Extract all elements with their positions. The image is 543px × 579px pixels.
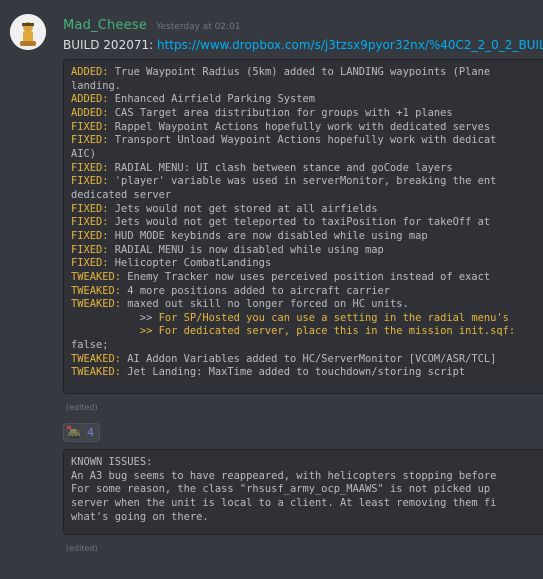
build-label: BUILD 202071: bbox=[63, 38, 154, 52]
changelog-text-segment: AIC) bbox=[71, 147, 97, 160]
changelog-text-segment: Transport Unload Waypoint Actions hopefu… bbox=[108, 134, 497, 147]
changelog-text-segment: Jets would not get teleported to taxiPos… bbox=[108, 216, 491, 229]
changelog-fixed-tag: FIXED: bbox=[71, 216, 109, 229]
changelog-text-segment: Enemy Tracker now uses perceived positio… bbox=[121, 270, 491, 283]
changelog-codeblock: ADDED: True Waypoint Radius (5km) added … bbox=[63, 59, 543, 394]
changelog-text-segment: CAS Target area distribution for groups … bbox=[108, 106, 453, 119]
changelog-tweaked-tag: TWEAKED: bbox=[71, 366, 122, 379]
changelog-text-segment: Rappel Waypoint Actions hopefully work w… bbox=[108, 120, 491, 133]
build-line: BUILD 202071: https://www.dropbox.com/s/… bbox=[63, 37, 543, 53]
changelog-text-segment: RADIAL MENU is now disabled while using … bbox=[108, 243, 384, 256]
reaction-button[interactable]: 4 bbox=[63, 423, 100, 442]
changelog-text-segment: RADIAL MENU: UI clash between stance and… bbox=[108, 161, 453, 174]
changelog-added-tag: ADDED: bbox=[71, 93, 109, 106]
changelog-tweaked-tag: TWEAKED: bbox=[71, 352, 122, 365]
changelog-text-segment: True Waypoint Radius (5km) added to LAND… bbox=[108, 66, 491, 78]
known-issues-codeblock: KNOWN ISSUES: An A3 bug seems to have re… bbox=[63, 449, 543, 535]
known-issues-line: An A3 bug seems to have reappeared, with… bbox=[71, 469, 497, 482]
changelog-fixed-tag: FIXED: bbox=[71, 257, 109, 270]
known-issues-text: KNOWN ISSUES: An A3 bug seems to have re… bbox=[64, 450, 543, 524]
changelog-tweaked-tag: TWEAKED: bbox=[71, 298, 122, 311]
changelog-fixed-tag: FIXED: bbox=[71, 243, 109, 256]
changelog-fixed-tag: FIXED: bbox=[71, 161, 109, 174]
known-issues-line: For some reason, the class "rhsusf_army_… bbox=[71, 483, 491, 496]
changelog-added-tag: ADDED: bbox=[71, 106, 109, 119]
changelog-text-segment: Enhanced Airfield Parking System bbox=[108, 93, 315, 106]
changelog-tweaked-tag: TWEAKED: bbox=[71, 284, 122, 297]
changelog-text-segment: Helicopter CombatLandings bbox=[108, 257, 272, 270]
known-issues-line: what's going on there. bbox=[71, 510, 209, 523]
edited-label: (edited) bbox=[66, 403, 98, 412]
changelog-tweaked-tag: TWEAKED: bbox=[71, 270, 122, 283]
tank-emoji-icon bbox=[67, 426, 81, 439]
changelog-text-segment: >> bbox=[71, 311, 159, 324]
avatar[interactable] bbox=[10, 14, 46, 50]
changelog-text: ADDED: True Waypoint Radius (5km) added … bbox=[64, 60, 543, 380]
message-header: Mad_Cheese Yesterday at 02:01 bbox=[63, 16, 241, 35]
changelog-text-segment: HUD MODE keybinds are now disabled while… bbox=[108, 229, 428, 242]
changelog-text-segment: false; bbox=[71, 339, 109, 352]
author-name[interactable]: Mad_Cheese bbox=[63, 18, 147, 33]
changelog-added-tag: ADDED: bbox=[71, 66, 109, 78]
cheese-figure-icon bbox=[10, 14, 46, 50]
changelog-fixed-tag: FIXED: bbox=[71, 120, 109, 133]
edited-label: (edited) bbox=[66, 544, 98, 553]
changelog-orange-tag: For SP/Hosted you can use a setting in t… bbox=[158, 311, 509, 324]
build-download-link[interactable]: https://www.dropbox.com/s/j3tzsx9pyor32n… bbox=[157, 38, 543, 52]
changelog-text-segment: landing. bbox=[71, 79, 122, 92]
changelog-fixed-tag: FIXED: bbox=[71, 229, 109, 242]
known-issues-line: server when the unit is local to a clien… bbox=[71, 496, 497, 509]
known-issues-line: KNOWN ISSUES: bbox=[71, 456, 153, 468]
changelog-fixed-tag: FIXED: bbox=[71, 202, 109, 215]
changelog-text-segment: AI Addon Variables added to HC/ServerMon… bbox=[121, 352, 497, 365]
changelog-fixed-tag: FIXED: bbox=[71, 175, 109, 188]
reaction-count: 4 bbox=[87, 426, 94, 439]
changelog-orange-tag: >> For dedicated server, place this in t… bbox=[71, 325, 516, 338]
changelog-text-segment: Jets would not get stored at all airfiel… bbox=[108, 202, 378, 215]
changelog-text-segment: maxed out skill no longer forced on HC u… bbox=[121, 298, 409, 311]
changelog-text-segment: 'player' variable was used in serverMoni… bbox=[108, 175, 497, 188]
changelog-text-segment: 4 more positions added to aircraft carri… bbox=[121, 284, 391, 297]
changelog-text-segment: Jet Landing: MaxTime added to touchdown/… bbox=[121, 366, 466, 379]
changelog-fixed-tag: FIXED: bbox=[71, 134, 109, 147]
message-timestamp[interactable]: Yesterday at 02:01 bbox=[156, 22, 240, 32]
changelog-text-segment: dedicated server bbox=[71, 188, 172, 201]
